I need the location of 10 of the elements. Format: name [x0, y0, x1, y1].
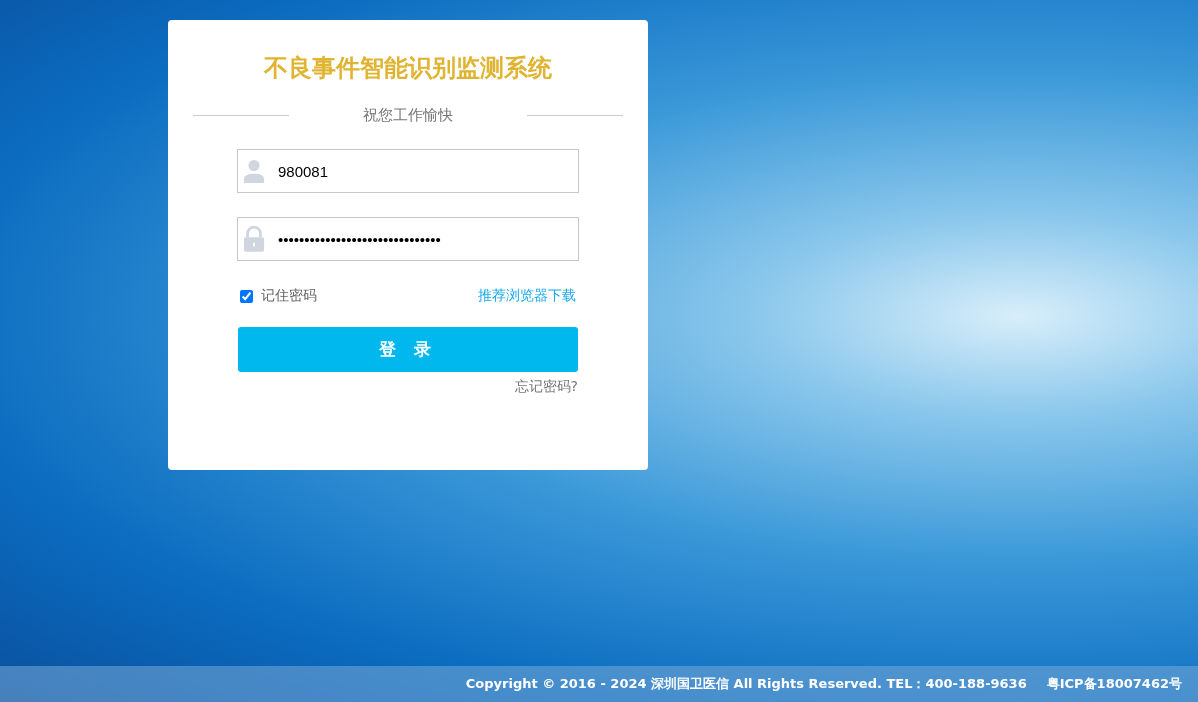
password-field[interactable]: •••••••••••••••••••••••••••••••: [237, 217, 579, 261]
forgot-password-link[interactable]: 忘记密码?: [514, 378, 578, 396]
copyright-text: Copyright © 2016 - 2024 深圳国卫医信 All Rights Reserved. TEL：400-188-9636: [465, 675, 1027, 693]
icp-number: 粤ICP备18007462号: [1046, 675, 1182, 693]
username-field[interactable]: 980081: [237, 149, 579, 193]
system-title: 不良事件智能识别监测系统: [264, 53, 552, 84]
remember-checkbox[interactable]: [240, 289, 253, 303]
remember-password-label: 记住密码: [261, 287, 317, 305]
browser-download-link[interactable]: 推荐浏览器下载: [478, 287, 576, 305]
greeting-text: 祝您工作愉快: [362, 106, 454, 125]
